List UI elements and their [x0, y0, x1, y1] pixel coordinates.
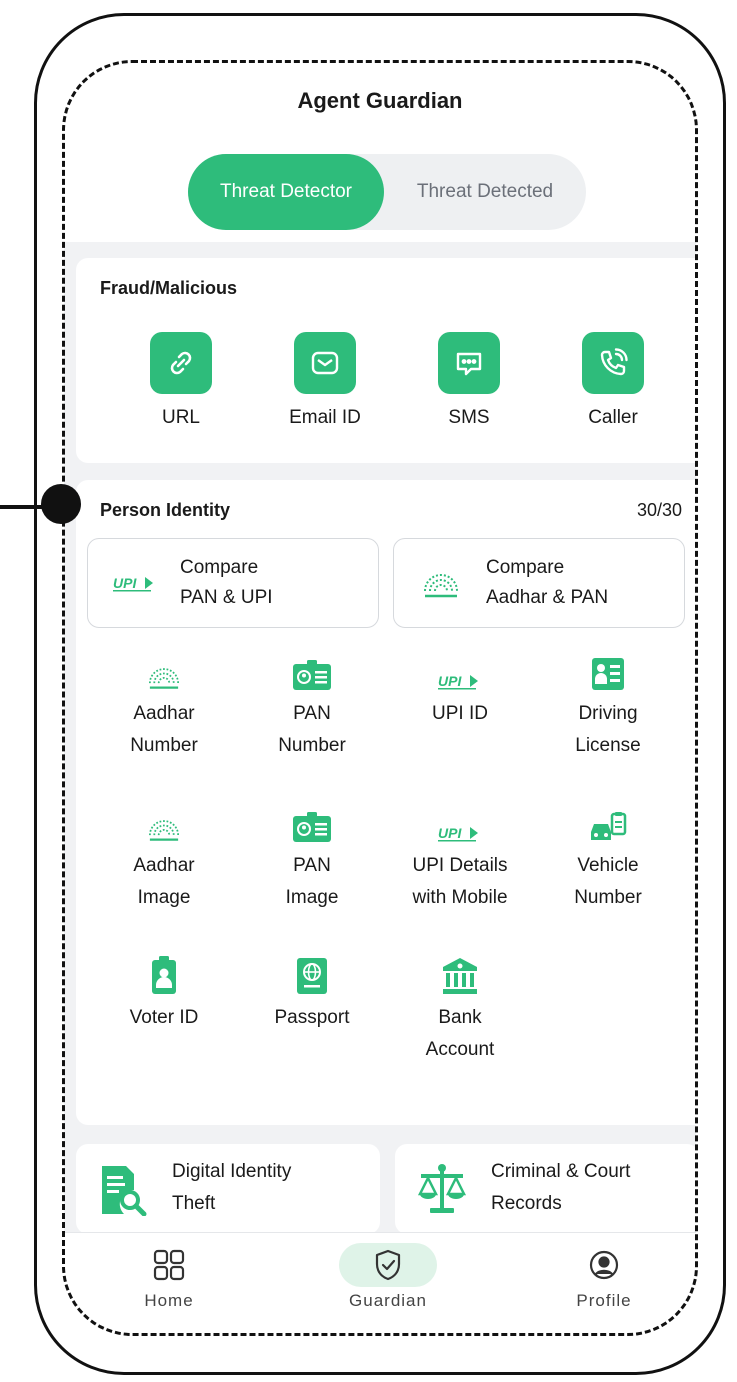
url-button[interactable]: URL: [111, 332, 251, 434]
compare-line2: Aadhar & PAN: [486, 587, 609, 608]
item-label: with Mobile: [412, 887, 508, 908]
passport-button[interactable]: Passport: [242, 954, 382, 1034]
document-search-icon: [98, 1162, 148, 1217]
bank-account-button[interactable]: Bank Account: [390, 954, 530, 1066]
aadhaar-logo-icon: [94, 650, 234, 692]
mail-icon: [294, 332, 356, 394]
svg-text:UPI: UPI: [438, 673, 462, 689]
caller-label: Caller: [588, 407, 638, 428]
driving-license-icon: [538, 650, 678, 692]
vehicle-number-button[interactable]: Vehicle Number: [538, 802, 678, 914]
scroll-content[interactable]: Fraud/Malicious URL Email ID SMS Caller …: [64, 242, 696, 1232]
scales-icon: [417, 1162, 467, 1216]
email-id-button[interactable]: Email ID: [255, 332, 395, 434]
item-label: Aadhar: [133, 703, 195, 724]
nav-label: Guardian: [349, 1291, 427, 1310]
tab-switcher: Threat Detector Threat Detected: [188, 154, 586, 230]
compare-line2: PAN & UPI: [180, 587, 273, 608]
item-label: Driving: [578, 703, 638, 724]
app-screen: Agent Guardian Threat Detector Threat De…: [64, 62, 696, 1334]
message-icon: [438, 332, 500, 394]
upi-logo-icon: UPI: [390, 802, 530, 844]
upi-details-button[interactable]: UPI UPI Details with Mobile: [390, 802, 530, 914]
pan-image-button[interactable]: PAN Image: [242, 802, 382, 914]
item-label: PAN: [293, 855, 331, 876]
aadhar-image-button[interactable]: Aadhar Image: [94, 802, 234, 914]
phone-icon: [582, 332, 644, 394]
item-label: Number: [130, 735, 198, 756]
aadhaar-logo-icon: [94, 802, 234, 844]
compare-line1: Compare: [486, 557, 565, 578]
item-label: PAN: [293, 703, 331, 724]
card-line2: Theft: [172, 1193, 216, 1214]
section-title: Person Identity: [100, 500, 231, 520]
tab-threat-detector[interactable]: Threat Detector: [188, 154, 384, 230]
link-icon: [150, 332, 212, 394]
aadhar-number-button[interactable]: Aadhar Number: [94, 650, 234, 762]
user-circle-icon: [534, 1243, 674, 1287]
svg-text:UPI: UPI: [113, 575, 137, 591]
nav-profile[interactable]: Profile: [534, 1243, 674, 1311]
upi-logo-icon: UPI: [110, 567, 160, 601]
svg-text:UPI: UPI: [438, 825, 462, 841]
callout-dot: [41, 484, 81, 524]
nav-label: Home: [144, 1291, 194, 1310]
sms-label: SMS: [448, 407, 490, 428]
vehicle-icon: [538, 802, 678, 844]
item-label: UPI Details: [412, 855, 508, 876]
email-id-label: Email ID: [289, 407, 361, 428]
item-label: Account: [425, 1039, 495, 1060]
caller-button[interactable]: Caller: [543, 332, 683, 434]
grid-icon: [99, 1243, 239, 1287]
item-label: Voter ID: [129, 1007, 199, 1028]
item-label: UPI ID: [432, 703, 488, 724]
compare-line1: Compare: [180, 557, 259, 578]
compare-aadhar-pan-button[interactable]: Compare Aadhar & PAN: [393, 538, 685, 628]
person-identity-section: Person Identity 30/30 UPI Compare PAN & …: [76, 480, 696, 1125]
digital-identity-theft-button[interactable]: Digital Identity Theft: [76, 1144, 380, 1232]
nav-label: Profile: [576, 1291, 632, 1310]
voter-id-icon: [94, 954, 234, 996]
item-label: Aadhar: [133, 855, 195, 876]
item-label: Image: [285, 887, 339, 908]
card-line1: Criminal & Court: [491, 1161, 631, 1182]
section-title: Fraud/Malicious: [100, 278, 238, 298]
item-label: Number: [574, 887, 642, 908]
item-label: Number: [278, 735, 346, 756]
nav-home[interactable]: Home: [99, 1243, 239, 1311]
tab-threat-detected[interactable]: Threat Detected: [384, 154, 586, 230]
url-label: URL: [161, 407, 200, 428]
usage-count: 30/30: [636, 500, 682, 520]
item-label: License: [575, 735, 641, 756]
item-label: Vehicle: [577, 855, 639, 876]
card-line2: Records: [491, 1193, 562, 1214]
passport-icon: [242, 954, 382, 996]
compare-pan-upi-button[interactable]: UPI Compare PAN & UPI: [87, 538, 379, 628]
sms-button[interactable]: SMS: [399, 332, 539, 434]
page-title: Agent Guardian: [297, 88, 463, 113]
voter-id-button[interactable]: Voter ID: [94, 954, 234, 1034]
bottom-navigation: Home Guardian Profile: [64, 1232, 696, 1334]
pan-number-button[interactable]: PAN Number: [242, 650, 382, 762]
aadhaar-logo-icon: [416, 567, 466, 601]
upi-logo-icon: UPI: [390, 650, 530, 692]
pan-card-icon: [242, 802, 382, 844]
card-line1: Digital Identity: [172, 1161, 292, 1182]
criminal-court-records-button[interactable]: Criminal & Court Records: [395, 1144, 696, 1232]
pan-card-icon: [242, 650, 382, 692]
fraud-section: Fraud/Malicious URL Email ID SMS Caller: [76, 258, 696, 463]
item-label: Passport: [274, 1007, 350, 1028]
item-label: Bank: [438, 1007, 482, 1028]
nav-guardian[interactable]: Guardian: [318, 1243, 458, 1311]
upi-id-button[interactable]: UPI UPI ID: [390, 650, 530, 730]
driving-license-button[interactable]: Driving License: [538, 650, 678, 762]
bank-icon: [390, 954, 530, 996]
item-label: Image: [137, 887, 191, 908]
shield-check-icon: [339, 1243, 437, 1287]
